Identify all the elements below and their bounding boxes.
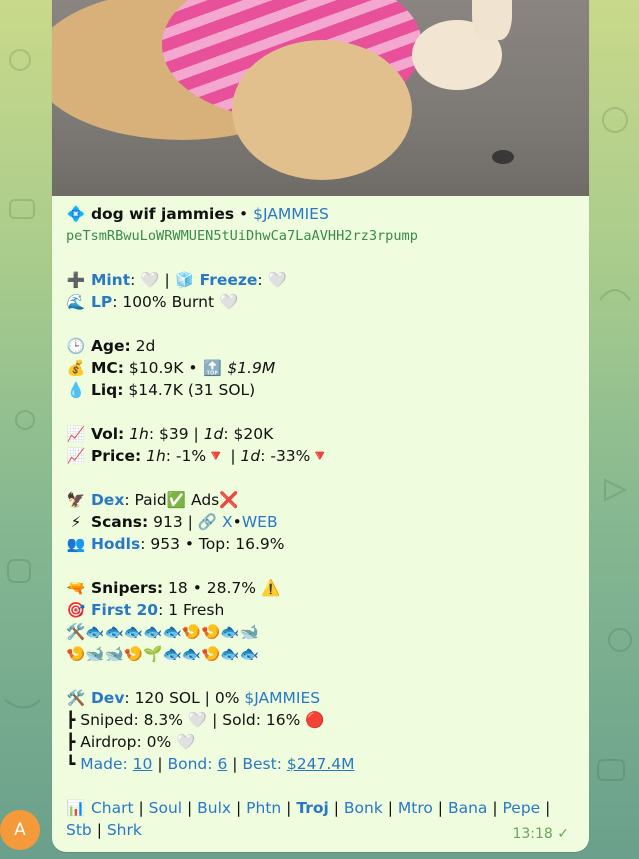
bond-label: Bond: [167,755,213,773]
money-bag-icon: 💰 [66,359,86,377]
troj-link[interactable]: Troj [296,799,328,817]
dex-row: 🦅 Dex: Paid✅ Ads❌ [66,491,239,509]
holder-emoji-row-2: 🍤🐋🐋🍤🌱🐟🐟🍤🐟🐟 [66,645,259,663]
lp-row: 🌊 LP: 100% Burnt 🤍 [66,293,239,311]
dev-ticker-link[interactable]: $JAMMIES [244,689,320,707]
clock-icon: 🕒 [66,337,86,355]
bond-link[interactable]: 6 [217,755,227,773]
airdrop-row: ┣ Airdrop: 0% 🤍 [66,733,196,751]
token-header: 💠 dog wif jammies • $JAMMIES [66,205,329,223]
ticker-link[interactable]: $JAMMIES [253,205,329,223]
bana-link[interactable]: Bana [448,799,487,817]
best-label: Best: [242,755,282,773]
droplet-icon: 💧 [66,381,86,399]
pepe-link[interactable]: Pepe [502,799,540,817]
first20-link[interactable]: First 20 [91,601,158,619]
dev-row: 🛠️ Dev: 120 SOL | 0% $JAMMIES [66,689,321,707]
snipers-row: 🔫 Snipers: 18 • 28.7% ⚠️ [66,579,281,597]
x-link[interactable]: X [222,513,233,531]
dev-link[interactable]: Dev [91,689,124,707]
message-timestamp: 13:18 ✓ [512,826,569,842]
contract-address[interactable]: peTsmRBwuLoWRWMUEN5tUiDhwCa7LaAVHH2rz3rp… [66,225,579,247]
bonk-link[interactable]: Bonk [344,799,383,817]
chart-link[interactable]: Chart [91,799,134,817]
wave-icon: 🌊 [66,293,86,311]
made-link[interactable]: 10 [133,755,153,773]
token-info: 💠 dog wif jammies • $JAMMIES peTsmRBwuLo… [66,203,579,841]
best-link[interactable]: $247.4M [287,755,355,773]
chart-up-icon: 📈 [66,447,86,465]
water-gun-icon: 🔫 [66,579,86,597]
hodls-row: 👥 Hodls: 953 • Top: 16.9% [66,535,285,553]
trade-links-row-1: 📊 Chart | Soul | Bulx | Phtn | Troj | Bo… [66,799,551,817]
first20-row: 🎯 First 20: 1 Fresh [66,601,225,619]
diamond-icon: 💠 [66,205,86,223]
chart-up-icon: 📈 [66,425,86,443]
target-icon: 🎯 [66,601,86,619]
mint-freeze-row: ➕ Mint: 🤍 | 🧊 Freeze: 🤍 [66,271,287,289]
tools-icon: 🛠️ [66,689,86,707]
price-row: 📈 Price: 1h: -1%🔻 | 1d: -33%🔻 [66,447,330,465]
read-check-icon: ✓ [557,826,569,842]
vol-row: 📈 Vol: 1h: $39 | 1d: $20K [66,425,274,443]
made-label: Made: [80,755,128,773]
trade-links-row-2: Stb | Shrk [66,821,142,839]
top-arrow-icon: 🔝 [203,359,222,377]
people-icon: 👥 [66,535,86,553]
stb-link[interactable]: Stb [66,821,92,839]
freeze-link[interactable]: Freeze [200,271,258,289]
ice-icon: 🧊 [175,271,195,289]
holder-emoji-row-1: 🛠️🐟🐟🐟🐟🐟🍤🍤🐟🐋 [66,623,259,641]
liq-row: 💧 Liq: $14.7K (31 SOL) [66,381,256,399]
eagle-icon: 🦅 [66,491,86,509]
token-name: dog wif jammies [90,205,235,223]
sniped-row: ┣ Sniped: 8.3% 🤍 | Sold: 16% 🔴 [66,711,325,729]
avatar[interactable]: A [0,810,40,850]
lp-link[interactable]: LP [91,293,112,311]
soul-link[interactable]: Soul [149,799,182,817]
made-row: ┗ Made: 10 | Bond: 6 | Best: $247.4M [66,755,355,773]
dog-photo[interactable] [52,0,589,196]
message-bubble: 💠 dog wif jammies • $JAMMIES peTsmRBwuLo… [52,0,589,852]
phtn-link[interactable]: Phtn [246,799,281,817]
bar-chart-icon: 📊 [66,799,86,817]
bulx-link[interactable]: Bulx [197,799,231,817]
hodls-link[interactable]: Hodls [91,535,140,553]
shrk-link[interactable]: Shrk [107,821,142,839]
web-link[interactable]: WEB [242,513,278,531]
plus-icon: ➕ [66,271,86,289]
mtro-link[interactable]: Mtro [398,799,433,817]
dex-link[interactable]: Dex [91,491,124,509]
mc-row: 💰 MC: $10.9K • 🔝 $1.9M [66,359,276,377]
lightning-icon: ⚡ [70,513,82,531]
scans-row: ⚡ Scans: 913 | 🔗 X•WEB [66,511,579,533]
age-row: 🕒 Age: 2d [66,337,156,355]
mint-link[interactable]: Mint [91,271,130,289]
